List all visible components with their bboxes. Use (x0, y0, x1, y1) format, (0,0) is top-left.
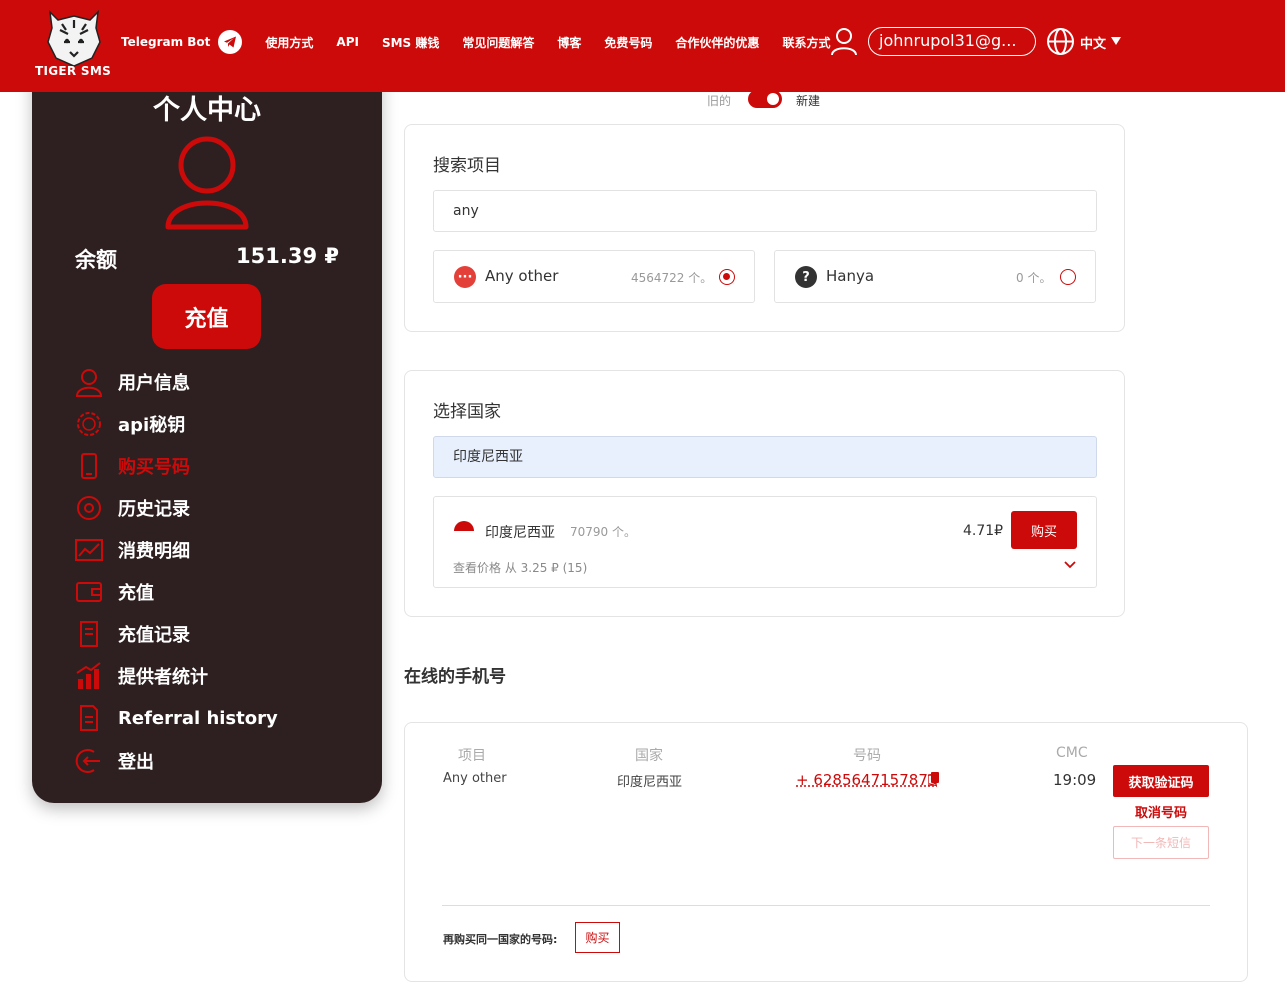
dots-icon: ··· (454, 266, 476, 288)
sidebar-item-label: 消费明细 (118, 541, 190, 562)
user-icon[interactable] (830, 26, 858, 56)
nav-free-numbers[interactable]: 免费号码 (604, 34, 652, 51)
select-country-card: 选择国家 印度尼西亚 印度尼西亚 70790 个。 4.71₽ 购买 查看价格 … (404, 370, 1125, 617)
top-header: TIGER SMS Telegram Bot 使用方式 API SMS 赚钱 常… (0, 0, 1285, 92)
sidebar: 个人中心 余额 151.39 ₽ 充值 用户信息 api秘钥 购买号码 历史记录… (32, 60, 382, 803)
sidebar-item-label: 登出 (118, 752, 154, 773)
logout-icon (75, 749, 100, 773)
nav-blog[interactable]: 博客 (557, 34, 581, 51)
telegram-icon (218, 30, 243, 54)
version-toggle[interactable] (748, 90, 782, 108)
header-number: 号码 (853, 748, 881, 764)
receipt-icon (80, 621, 98, 647)
globe-icon[interactable] (1046, 27, 1075, 56)
cancel-number-button[interactable]: 取消号码 (1113, 802, 1209, 822)
sidebar-item-label: 充值 (118, 583, 154, 604)
sidebar-item-label: 充值记录 (118, 625, 190, 646)
nav-how-to-use[interactable]: 使用方式 (265, 34, 313, 51)
language-selector[interactable]: 中文 (1080, 33, 1106, 52)
project-search-input[interactable]: any (433, 190, 1097, 232)
user-icon (75, 369, 103, 397)
option-name: Any other (485, 267, 559, 285)
balance-value: 151.39 ₽ (236, 244, 339, 268)
header-country: 国家 (635, 748, 663, 764)
sidebar-item-label: Referral history (118, 707, 278, 729)
sidebar-item-label: 用户信息 (118, 373, 190, 394)
sidebar-item-spending[interactable]: 消费明细 (74, 533, 354, 567)
toggle-new-label: 新建 (796, 94, 821, 108)
option-radio[interactable] (719, 269, 735, 285)
country-name: 印度尼西亚 (485, 525, 555, 541)
nav-contacts[interactable]: 联系方式 (782, 34, 830, 51)
row-country: 印度尼西亚 (617, 775, 683, 790)
header-project: 项目 (458, 748, 486, 764)
search-project-title: 搜索项目 (433, 156, 501, 176)
country-search-input[interactable]: 印度尼西亚 (433, 436, 1097, 478)
sidebar-item-api-key[interactable]: api秘钥 (74, 407, 354, 441)
sidebar-item-history[interactable]: 历史记录 (74, 491, 354, 525)
sidebar-item-topup-history[interactable]: 充值记录 (74, 617, 354, 651)
chart-icon (75, 539, 103, 561)
project-option-any-other[interactable]: ··· Any other 4564722 个。 (433, 250, 755, 303)
country-price: 4.71₽ (963, 523, 1004, 539)
logo-text: TIGER SMS (35, 64, 112, 78)
select-country-title: 选择国家 (433, 402, 501, 422)
rebuy-button[interactable]: 购买 (575, 922, 620, 953)
history-icon (77, 496, 101, 520)
sidebar-title: 个人中心 (153, 95, 261, 126)
search-project-card: 搜索项目 any ··· Any other 4564722 个。 ? Hany… (404, 124, 1125, 332)
toggle-knob (767, 93, 779, 105)
nav-faq[interactable]: 常见问题解答 (462, 34, 534, 51)
country-result-row: 印度尼西亚 70790 个。 4.71₽ 购买 查看价格 从 3.25 ₽ (1… (433, 496, 1097, 588)
divider (442, 905, 1210, 906)
online-numbers-title: 在线的手机号 (404, 667, 506, 687)
nav-earn-sms[interactable]: SMS 赚钱 (382, 34, 439, 51)
sidebar-item-referral-history[interactable]: Referral history (74, 701, 354, 735)
caret-down-icon[interactable] (1111, 37, 1121, 45)
nav-api[interactable]: API (336, 35, 359, 49)
account-email-button[interactable]: johnrupol31@g... (868, 27, 1036, 56)
question-icon: ? (795, 266, 817, 288)
wallet-icon (76, 582, 102, 602)
document-icon (80, 705, 98, 731)
sidebar-item-label: api秘钥 (118, 415, 186, 436)
country-count: 70790 个。 (570, 525, 636, 539)
phone-icon (81, 453, 97, 479)
sidebar-item-label: 历史记录 (118, 499, 190, 520)
sidebar-item-provider-stats[interactable]: 提供者统计 (74, 659, 354, 693)
rebuy-label: 再购买同一国家的号码: (443, 933, 558, 946)
toggle-old-label: 旧的 (707, 94, 732, 108)
nav-partner-offers[interactable]: 合作伙伴的优惠 (675, 34, 759, 51)
header-cmc: CMC (1056, 745, 1088, 761)
nav-telegram-bot[interactable]: Telegram Bot (121, 30, 243, 54)
sidebar-item-logout[interactable]: 登出 (74, 744, 354, 778)
copy-icon[interactable] (928, 772, 939, 786)
bar-chart-icon (76, 662, 101, 689)
project-option-hanya[interactable]: ? Hanya 0 个。 (774, 250, 1096, 303)
topup-button[interactable]: 充值 (152, 284, 261, 349)
row-phone-number[interactable]: + 6285647157873 (796, 771, 937, 789)
chevron-down-icon[interactable] (1064, 561, 1076, 569)
option-count: 0 个。 (1016, 271, 1052, 285)
row-project: Any other (443, 771, 507, 786)
buy-button[interactable]: 购买 (1011, 511, 1077, 549)
avatar-icon (165, 136, 249, 230)
option-name: Hanya (826, 267, 875, 285)
gear-api-icon (77, 412, 101, 436)
balance-label: 余额 (75, 248, 117, 272)
option-radio[interactable] (1060, 269, 1076, 285)
next-sms-button[interactable]: 下一条短信 (1113, 826, 1209, 859)
main-nav: Telegram Bot 使用方式 API SMS 赚钱 常见问题解答 博客 免… (121, 28, 853, 56)
get-code-button[interactable]: 获取验证码 (1113, 765, 1209, 797)
sidebar-item-buy-number[interactable]: 购买号码 (74, 449, 354, 483)
indonesia-flag-icon (454, 521, 474, 531)
price-range-text: 查看价格 从 3.25 ₽ (15) (453, 561, 588, 575)
sidebar-item-label: 购买号码 (118, 457, 190, 478)
option-count: 4564722 个。 (631, 271, 713, 285)
sidebar-item-label: 提供者统计 (118, 667, 208, 688)
sidebar-item-user-info[interactable]: 用户信息 (74, 365, 354, 399)
nav-label: Telegram Bot (121, 35, 211, 49)
sidebar-item-topup[interactable]: 充值 (74, 575, 354, 609)
row-timer: 19:09 (1053, 771, 1097, 789)
